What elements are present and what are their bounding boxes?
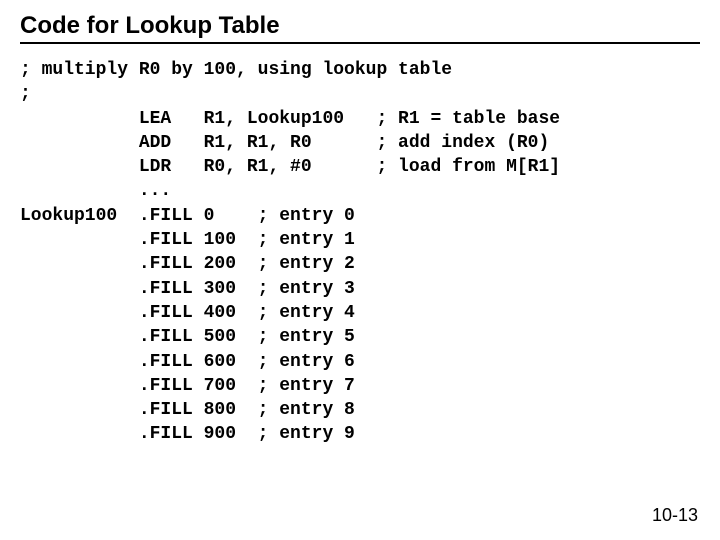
slide: Code for Lookup Table ; multiply R0 by 1… <box>0 0 720 540</box>
title-rule <box>20 42 700 44</box>
code-line: ; <box>20 84 31 104</box>
code-line: ; multiply R0 by 100, using lookup table <box>20 60 452 80</box>
code-line: .FILL 300 ; entry 3 <box>20 279 355 299</box>
code-line: .FILL 500 ; entry 5 <box>20 327 355 347</box>
code-line: .FILL 400 ; entry 4 <box>20 303 355 323</box>
code-line: LEA R1, Lookup100 ; R1 = table base <box>20 109 560 129</box>
code-block: ; multiply R0 by 100, using lookup table… <box>20 58 700 447</box>
page-number: 10-13 <box>652 505 698 526</box>
code-line: .FILL 100 ; entry 1 <box>20 230 355 250</box>
code-line: ... <box>20 181 171 201</box>
code-line: .FILL 900 ; entry 9 <box>20 424 355 444</box>
code-line: .FILL 800 ; entry 8 <box>20 400 355 420</box>
code-line: .FILL 700 ; entry 7 <box>20 376 355 396</box>
code-line: LDR R0, R1, #0 ; load from M[R1] <box>20 157 560 177</box>
code-line: .FILL 200 ; entry 2 <box>20 254 355 274</box>
code-line: ADD R1, R1, R0 ; add index (R0) <box>20 133 549 153</box>
page-title: Code for Lookup Table <box>20 12 700 40</box>
code-line: .FILL 600 ; entry 6 <box>20 352 355 372</box>
code-line: Lookup100 .FILL 0 ; entry 0 <box>20 206 355 226</box>
